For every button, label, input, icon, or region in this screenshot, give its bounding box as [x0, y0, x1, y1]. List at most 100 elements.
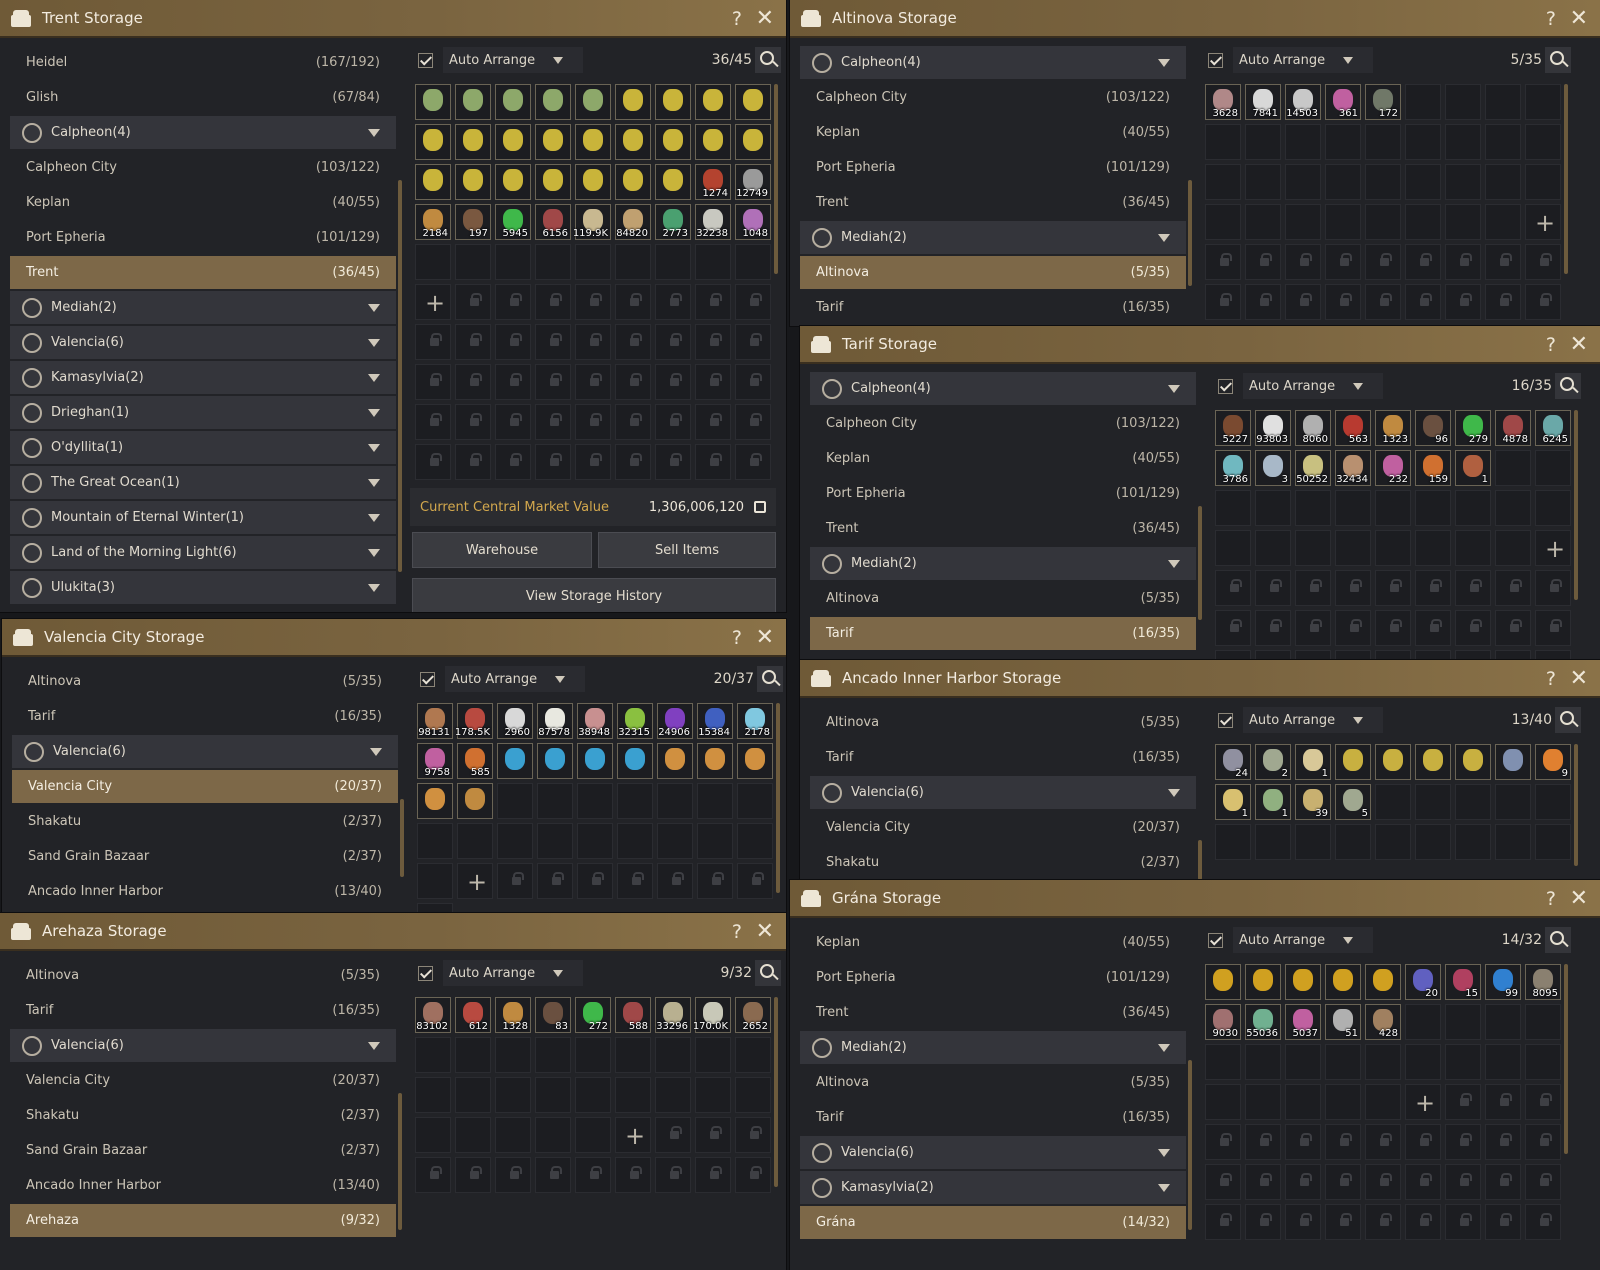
empty-slot[interactable]	[537, 783, 573, 819]
item-slot[interactable]: 612	[455, 997, 491, 1033]
empty-slot[interactable]	[1405, 164, 1441, 200]
sell-items-button[interactable]: Sell Items	[598, 532, 776, 568]
empty-slot[interactable]	[1375, 530, 1411, 566]
close-icon[interactable]: ✕	[756, 625, 774, 650]
item-slot[interactable]: 3	[1255, 450, 1291, 486]
empty-slot[interactable]	[497, 823, 533, 859]
item-slot[interactable]	[1285, 964, 1321, 1000]
item-slot[interactable]	[1365, 964, 1401, 1000]
empty-slot[interactable]	[535, 1077, 571, 1113]
empty-slot[interactable]	[1365, 124, 1401, 160]
empty-slot[interactable]	[1525, 1044, 1561, 1080]
chevron-down-icon[interactable]	[1353, 382, 1364, 390]
help-icon[interactable]: ?	[732, 8, 742, 30]
expand-slot-button[interactable]	[615, 1117, 651, 1153]
item-slot[interactable]: 84820	[615, 204, 651, 240]
empty-slot[interactable]	[1335, 490, 1371, 526]
item-slot[interactable]	[615, 164, 651, 200]
auto-arrange-dropdown[interactable]: Auto Arrange	[443, 960, 583, 986]
region-header[interactable]: Valencia(6)	[12, 735, 398, 768]
item-slot[interactable]: 1048	[735, 204, 771, 240]
close-icon[interactable]: ✕	[1570, 666, 1588, 691]
item-slot[interactable]	[455, 124, 491, 160]
empty-slot[interactable]	[457, 823, 493, 859]
item-slot[interactable]	[495, 124, 531, 160]
empty-slot[interactable]	[575, 1037, 611, 1073]
empty-slot[interactable]	[1455, 490, 1491, 526]
help-icon[interactable]: ?	[1546, 668, 1556, 690]
item-slot[interactable]: 1323	[1375, 410, 1411, 446]
empty-slot[interactable]	[1535, 490, 1571, 526]
chevron-down-icon[interactable]	[1158, 1148, 1170, 1157]
item-slot[interactable]: 1274	[695, 164, 731, 200]
empty-slot[interactable]	[1205, 124, 1241, 160]
item-slot[interactable]	[497, 743, 533, 779]
location-item-selected[interactable]: Arehaza (9/32)	[10, 1204, 396, 1237]
empty-slot[interactable]	[1285, 1084, 1321, 1120]
empty-slot[interactable]	[1485, 164, 1521, 200]
empty-slot[interactable]	[417, 863, 453, 899]
help-icon[interactable]: ?	[1546, 888, 1556, 910]
auto-arrange-checkbox[interactable]	[1218, 712, 1233, 728]
chevron-down-icon[interactable]	[553, 56, 564, 64]
item-slot[interactable]: 272	[575, 997, 611, 1033]
title-bar[interactable]: Ancado Inner Harbor Storage? ✕	[800, 660, 1600, 698]
chevron-down-icon[interactable]	[368, 478, 380, 487]
item-slot[interactable]: 2960	[497, 703, 533, 739]
chevron-down-icon[interactable]	[1168, 788, 1180, 797]
location-item[interactable]: Altinova (5/35)	[800, 1066, 1186, 1099]
item-slot[interactable]	[655, 164, 691, 200]
auto-arrange-checkbox[interactable]	[418, 52, 433, 68]
item-slot[interactable]: 50252	[1295, 450, 1331, 486]
search-icon[interactable]	[755, 47, 781, 73]
empty-slot[interactable]	[535, 1037, 571, 1073]
item-slot[interactable]: 5	[1335, 784, 1371, 820]
empty-slot[interactable]	[1405, 124, 1441, 160]
item-slot[interactable]	[575, 84, 611, 120]
empty-slot[interactable]	[615, 1077, 651, 1113]
auto-arrange-dropdown[interactable]: Auto Arrange	[1243, 707, 1383, 733]
chevron-down-icon[interactable]	[1158, 1183, 1170, 1192]
empty-slot[interactable]	[735, 1037, 771, 1073]
chevron-down-icon[interactable]	[1158, 233, 1170, 242]
empty-slot[interactable]	[617, 823, 653, 859]
location-item[interactable]: Tarif (16/35)	[810, 741, 1196, 774]
item-slot[interactable]: 55036	[1245, 1004, 1281, 1040]
empty-slot[interactable]	[1285, 1044, 1321, 1080]
grid-scrollbar[interactable]	[1574, 410, 1578, 600]
region-header[interactable]: Mediah(2)	[810, 547, 1196, 580]
empty-slot[interactable]	[415, 1037, 451, 1073]
empty-slot[interactable]	[655, 1077, 691, 1113]
item-slot[interactable]	[535, 84, 571, 120]
empty-slot[interactable]	[1375, 784, 1411, 820]
empty-slot[interactable]	[697, 823, 733, 859]
empty-slot[interactable]	[417, 823, 453, 859]
grid-scrollbar[interactable]	[774, 84, 778, 274]
item-slot[interactable]: 15	[1445, 964, 1481, 1000]
list-scrollbar[interactable]	[1198, 840, 1202, 880]
auto-arrange-dropdown[interactable]: Auto Arrange	[1243, 373, 1383, 399]
search-icon[interactable]	[1555, 707, 1581, 733]
help-icon[interactable]: ?	[1546, 8, 1556, 30]
empty-slot[interactable]	[1245, 1044, 1281, 1080]
region-header[interactable]: Valencia(6)	[10, 1029, 396, 1062]
chevron-down-icon[interactable]	[1168, 384, 1180, 393]
empty-slot[interactable]	[1405, 84, 1441, 120]
location-item[interactable]: Glish (67/84)	[10, 81, 396, 114]
region-header[interactable]: Valencia(6)	[10, 326, 396, 359]
region-header[interactable]: Calpheon(4)	[10, 116, 396, 149]
help-icon[interactable]: ?	[732, 627, 742, 649]
help-icon[interactable]: ?	[1546, 334, 1556, 356]
item-slot[interactable]: 2184	[415, 204, 451, 240]
location-item[interactable]: Tarif (16/35)	[12, 700, 398, 733]
empty-slot[interactable]	[1375, 824, 1411, 860]
location-item[interactable]: Trent (36/45)	[810, 512, 1196, 545]
item-slot[interactable]: 4878	[1495, 410, 1531, 446]
grid-scrollbar[interactable]	[1564, 964, 1568, 1154]
location-item[interactable]: Keplan (40/55)	[800, 926, 1186, 959]
empty-slot[interactable]	[697, 783, 733, 819]
region-header[interactable]: The Great Ocean(1)	[10, 466, 396, 499]
item-slot[interactable]	[1375, 744, 1411, 780]
item-slot[interactable]	[697, 743, 733, 779]
region-header[interactable]: Land of the Morning Light(6)	[10, 536, 396, 569]
